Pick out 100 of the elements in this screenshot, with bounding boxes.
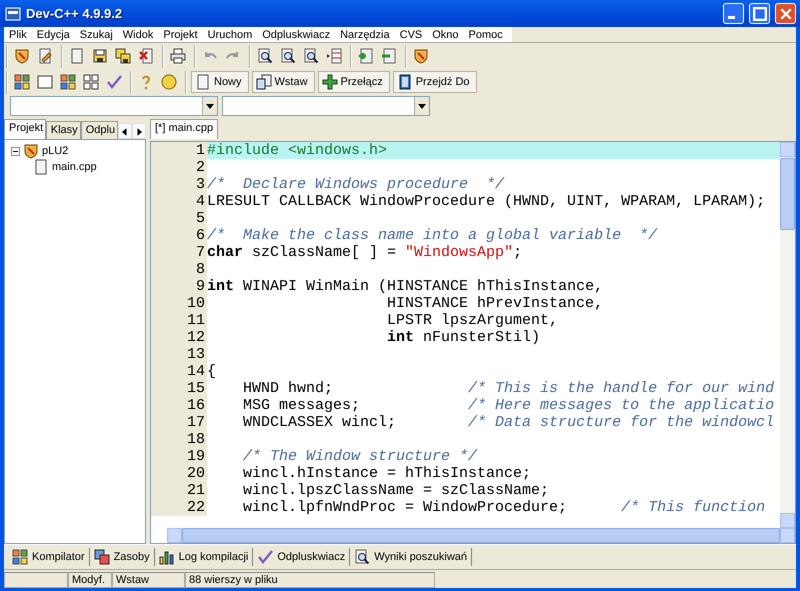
string-literal: "WindowsApp" [405,244,514,261]
code-text: WINAPI WinMain (HINSTANCE hThisInstance, [242,278,604,295]
new-page-icon[interactable] [69,48,85,64]
code-text: LRESULT CALLBACK WindowProcedure (HWND, UINT, WPARAM, LPARAM); [207,193,766,210]
bar-chart-icon [158,549,175,565]
line-number: 15 [151,380,207,397]
close-file-icon[interactable] [138,48,154,64]
code-comment: /* Declare Windows procedure */ [207,176,504,193]
collapse-icon[interactable] [11,146,20,156]
line-number: 21 [151,482,207,499]
toolbar-button[interactable]: Nowy [191,71,249,93]
line-number: 19 [151,448,207,465]
tree-item[interactable]: pLU2 [42,144,68,158]
panel-tab[interactable]: Log kompilacji [154,548,254,566]
search-icon[interactable] [257,48,273,64]
toolbar-button[interactable]: Przejdź Do [392,71,476,93]
line-number: 10 [151,295,207,312]
menu-item[interactable]: Widok [118,27,158,42]
menu-item[interactable]: Projekt [158,27,203,42]
insert-icon [256,74,272,90]
window-icon[interactable] [37,74,53,90]
menu-item[interactable]: Szukaj [74,27,118,42]
menu-item[interactable]: Plik [4,27,32,42]
check-icon[interactable] [106,74,122,90]
menu-item[interactable]: CVS [394,27,428,42]
menu-item[interactable]: Narzędzia [335,27,395,42]
status-field: 88 wierszy w pliku [185,572,435,588]
panel-tab[interactable]: Klasy [46,121,81,139]
code-text: HINSTANCE hPrevInstance, [386,295,604,312]
file-tab[interactable]: [*] main.cpp [150,119,218,139]
menu-item[interactable]: Pomoc [464,27,508,42]
line-number: 22 [151,499,207,516]
code-text: wincl.hInstance = hThisInstance; [242,465,532,482]
page-icon [195,74,211,90]
code-comment: /* Data structure for the windowcl [468,414,774,431]
scroll-left-button[interactable] [118,123,132,139]
project-icon [23,143,39,159]
status-field: Modyf. [68,572,112,588]
menu-item[interactable]: Uruchom [202,27,258,42]
menu-item[interactable]: Edycja [32,27,75,42]
save-icon[interactable] [92,48,108,64]
line-number: 6 [151,227,207,244]
close-button[interactable] [775,3,796,24]
menu-item[interactable]: Okno [427,27,464,42]
shield-icon[interactable] [413,48,429,64]
line-number: 3 [151,176,207,193]
line-number: 7 [151,244,207,261]
goto-line-icon[interactable] [326,48,342,64]
code-text: nFunsterStil) [422,329,540,346]
code-comment: /* The Window structure */ [242,448,478,465]
panel-tab[interactable]: Zasoby [90,548,155,566]
save-all-icon[interactable] [115,48,131,64]
panel-tab[interactable]: Odpluskwiacz [253,548,350,566]
grid-icon[interactable] [83,74,99,90]
search-next-icon[interactable] [303,48,319,64]
print-icon[interactable] [170,48,186,64]
code-text: HWND hwnd; [242,380,334,397]
code-comment: /* Here messages to the applicatio [468,397,774,414]
code-text: MSG messages; [242,397,362,414]
panel-tab[interactable]: Kompilator [8,548,90,566]
indent-icon[interactable] [358,48,374,64]
code-text: szClassName[ ] = [251,244,398,261]
app-icon [5,6,21,22]
panel-tab[interactable]: Odplu [80,121,118,139]
code-text: ; [513,244,522,261]
search-icon [354,549,370,565]
window-title: Dev-C++ 4.9.9.2 [26,4,124,23]
grid-icon[interactable] [60,74,76,90]
code-comment: /* This is the handle for our wind [468,380,774,397]
dropdown-field[interactable] [10,96,218,116]
line-number: 5 [151,210,207,227]
line-number: 16 [151,397,207,414]
grid-icon[interactable] [14,74,30,90]
status-field: Wstaw [112,572,185,588]
line-number: 12 [151,329,207,346]
code-text: { [207,363,216,380]
check-icon [257,549,274,565]
search-replace-icon[interactable] [280,48,296,64]
panel-tab[interactable]: Projekt [4,119,46,139]
dropdown-field[interactable] [222,96,430,116]
menu-item[interactable]: Odpluskwiacz [257,27,336,42]
maximize-button[interactable] [749,3,770,24]
line-number: 14 [151,363,207,380]
grid-icon [12,549,28,565]
code-text: wincl.lpfnWndProc = WindowProcedure; [242,499,568,516]
scroll-right-button[interactable] [132,123,146,139]
line-number: 2 [151,159,207,176]
shield-icon[interactable] [14,48,30,64]
vertical-scrollbar[interactable] [780,142,795,528]
plus-icon [322,74,338,90]
tree-item[interactable]: main.cpp [52,160,97,174]
minimize-button[interactable] [723,3,744,24]
code-text: LPSTR lpszArgument, [386,312,558,329]
status-field [4,572,68,588]
unindent-icon[interactable] [381,48,397,64]
horizontal-scrollbar[interactable] [167,528,795,543]
toolbar-button[interactable]: Przełącz [318,71,390,93]
toolbar-button[interactable]: Wstaw [252,71,315,93]
panel-tab[interactable]: Wyniki poszukiwań [350,548,472,566]
page-pencil-icon[interactable] [37,48,53,64]
